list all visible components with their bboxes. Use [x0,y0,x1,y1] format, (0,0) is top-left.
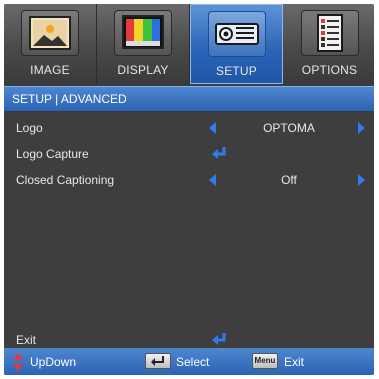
image-icon [21,10,79,56]
logo-capture-label: Logo Capture [16,147,89,161]
arrow-left-icon[interactable] [209,174,216,186]
options-list-icon [300,10,359,56]
exit-label: Exit [16,333,37,347]
breadcrumb: SETUP | ADVANCED [4,86,374,111]
closed-captioning-label: Closed Captioning [16,173,115,187]
tab-setup[interactable]: SETUP [190,4,283,84]
arrow-right-icon[interactable] [358,122,365,134]
display-icon [114,10,172,56]
tab-image-label: IMAGE [30,63,70,77]
enter-key-icon [145,353,171,369]
tab-setup-label: SETUP [215,64,257,78]
closed-captioning-value: Off [281,173,297,187]
logo-label: Logo [16,121,43,135]
tab-display[interactable]: DISPLAY [97,4,190,84]
menu-item-logo[interactable]: Logo OPTOMA [4,116,374,140]
menu-list: Logo OPTOMA Logo Capture Closed Captioni… [4,112,374,348]
exit-hint: Exit [284,355,305,369]
logo-value: OPTOMA [263,121,315,135]
tab-options-label: OPTIONS [301,63,358,77]
osd-menu-window: IMAGE DISPLAY SETUP OPTIONS SETUP | ADVA… [4,4,374,375]
key-hints-bar: UpDown Select Menu Exit [4,348,374,375]
menu-key-icon: Menu [252,353,278,369]
menu-item-closed-captioning[interactable]: Closed Captioning Off [4,168,374,192]
arrow-right-icon[interactable] [358,174,365,186]
arrow-left-icon[interactable] [209,122,216,134]
updown-arrow-icon [13,353,23,371]
projector-icon [207,11,266,57]
select-hint: Select [176,355,210,369]
enter-icon[interactable] [210,145,228,161]
tab-options[interactable]: OPTIONS [283,4,374,84]
menu-item-logo-capture[interactable]: Logo Capture [4,142,374,166]
tab-bar: IMAGE DISPLAY SETUP OPTIONS [4,4,374,84]
enter-icon[interactable] [210,331,228,347]
page-title: SETUP | ADVANCED [12,92,127,106]
tab-image[interactable]: IMAGE [4,4,97,84]
tab-display-label: DISPLAY [117,63,169,77]
updown-hint: UpDown [30,355,77,369]
